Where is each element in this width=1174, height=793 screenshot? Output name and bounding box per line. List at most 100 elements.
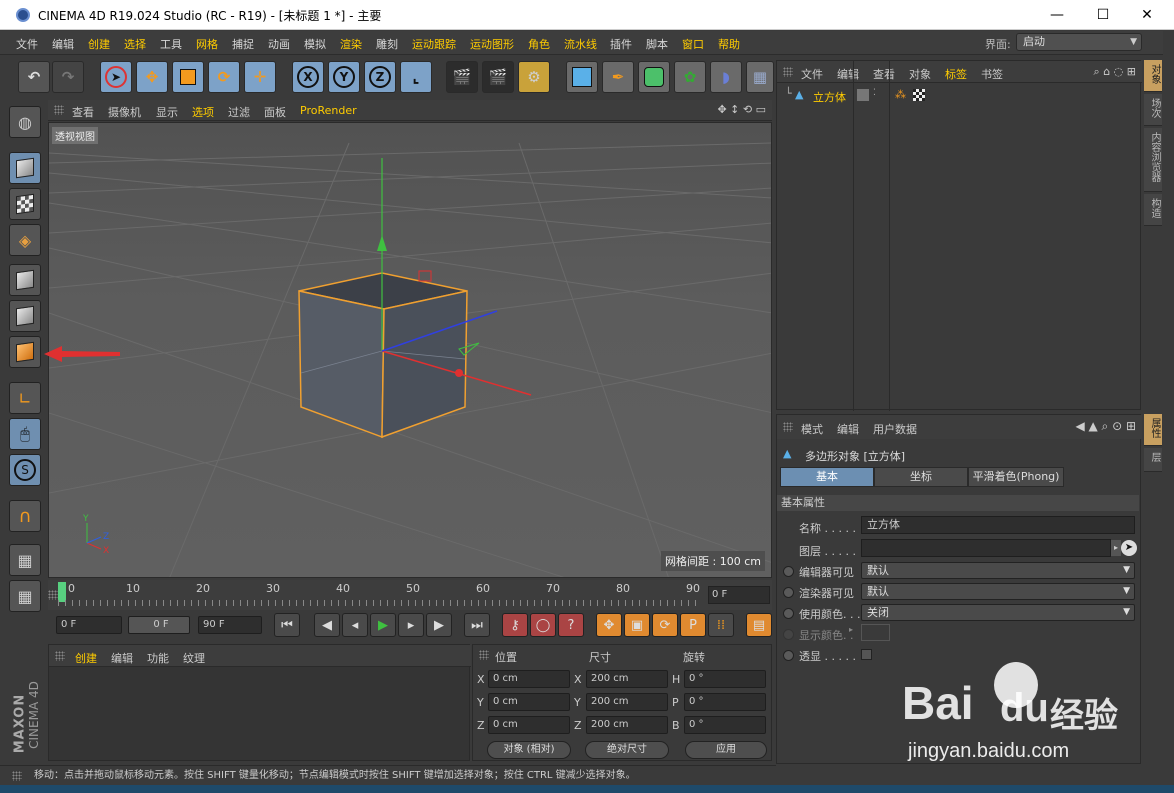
planar-workplane-button[interactable]: ▦ [9, 580, 41, 612]
tab-takes[interactable]: 场次 [1144, 94, 1162, 126]
preview-range-field[interactable]: 0 F [128, 616, 190, 634]
obj-menu-objects[interactable]: 对象 [909, 66, 931, 82]
render-view-button[interactable]: 🎬 [446, 61, 478, 93]
tab-phong[interactable]: 平滑着色(Phong) [968, 467, 1064, 487]
menu-window[interactable]: 窗口 [682, 36, 704, 52]
size-z-field[interactable]: 200 cm [586, 716, 668, 734]
cube-object[interactable] [298, 272, 468, 439]
layer-arrow-icon[interactable]: ▸ [1111, 540, 1121, 556]
attr-menu-mode[interactable]: 模式 [801, 421, 823, 437]
menu-create[interactable]: 创建 [88, 36, 110, 52]
mat-menu-edit[interactable]: 编辑 [111, 650, 133, 666]
tweak-mode-button[interactable]: 🖱 [9, 418, 41, 450]
position-y-field[interactable]: 0 cm [488, 693, 570, 711]
use-color-radio[interactable] [783, 608, 794, 619]
obj-menu-view[interactable]: 查看 [873, 66, 895, 82]
rotation-b-field[interactable]: 0 ° [684, 716, 766, 734]
xray-checkbox[interactable] [861, 649, 872, 660]
menu-edit[interactable]: 编辑 [52, 36, 74, 52]
use-color-select[interactable]: 关闭 ▼ [861, 604, 1135, 621]
layout-select[interactable]: 启动 ▼ [1016, 33, 1142, 51]
vp-menu-display[interactable]: 显示 [156, 104, 178, 120]
position-x-field[interactable]: 0 cm [488, 670, 570, 688]
size-y-field[interactable]: 200 cm [586, 693, 668, 711]
play-button[interactable]: ▶ [370, 613, 396, 637]
attr-menu-userdata[interactable]: 用户数据 [873, 421, 917, 437]
start-frame-field[interactable]: 0 F [56, 616, 122, 634]
obj-menu-edit[interactable]: 编辑 [837, 66, 859, 82]
key-pla-button[interactable]: ⁞⁞ [708, 613, 734, 637]
prev-key-button[interactable]: ◀ [314, 613, 340, 637]
tab-objects[interactable]: 对象 [1144, 60, 1162, 92]
menu-tools[interactable]: 工具 [160, 36, 182, 52]
menu-pipeline[interactable]: 流水线 [564, 36, 597, 52]
autokey-button[interactable]: ◯ [530, 613, 556, 637]
mat-menu-function[interactable]: 功能 [147, 650, 169, 666]
make-editable-button[interactable]: ◍ [9, 106, 41, 138]
attr-nav-icons[interactable]: ◀ ▲ ⌕ ⊙ ⊞ [1075, 419, 1136, 434]
menu-sculpt[interactable]: 雕刻 [376, 36, 398, 52]
vp-menu-options[interactable]: 选项 [192, 104, 214, 120]
tab-attributes[interactable]: 属性 [1144, 414, 1162, 446]
go-to-start-button[interactable]: ⏮ [274, 613, 300, 637]
mat-menu-create[interactable]: 创建 [75, 650, 97, 666]
render-visible-select[interactable]: 默认 ▼ [861, 583, 1135, 600]
menu-script[interactable]: 脚本 [646, 36, 668, 52]
obj-menu-tags[interactable]: 标签 [945, 66, 967, 82]
menu-select[interactable]: 选择 [124, 36, 146, 52]
size-x-field[interactable]: 200 cm [586, 670, 668, 688]
axis-mode-button[interactable]: ∟ [9, 382, 41, 414]
maximize-button[interactable]: ☐ [1080, 0, 1126, 30]
y-axis-button[interactable]: Y [328, 61, 360, 93]
menu-simulate[interactable]: 模拟 [304, 36, 326, 52]
pick-cursor-icon[interactable]: ➤ [1121, 540, 1137, 556]
end-frame-field[interactable]: 90 F [198, 616, 262, 634]
menu-file[interactable]: 文件 [16, 36, 38, 52]
x-axis-button[interactable]: X [292, 61, 324, 93]
menu-mograph[interactable]: 运动图形 [470, 36, 514, 52]
cube-button[interactable] [566, 61, 598, 93]
viewport-nav-icons[interactable]: ✥ ↕ ⟲ ▭ [717, 103, 766, 116]
apply-button[interactable]: 应用 [685, 741, 767, 759]
layer-field[interactable] [861, 539, 1111, 557]
menu-animate[interactable]: 动画 [268, 36, 290, 52]
recent-tool-button[interactable]: ✛ [244, 61, 276, 93]
editor-visible-select[interactable]: 默认 ▼ [861, 562, 1135, 579]
rotate-tool-button[interactable]: ⟳ [208, 61, 240, 93]
phong-tag-icon[interactable]: ⁂ [895, 88, 906, 101]
points-mode-button[interactable] [9, 264, 41, 296]
timeline[interactable]: 0 10 20 30 40 50 60 70 80 90 0 F [48, 580, 772, 610]
texture-tag-icon[interactable] [913, 89, 925, 101]
keyframe-selection-button[interactable]: ? [558, 613, 584, 637]
obj-menu-bookmarks[interactable]: 书签 [981, 66, 1003, 82]
size-mode-dropdown[interactable]: 绝对尺寸 [585, 741, 669, 759]
attr-menu-edit[interactable]: 编辑 [837, 421, 859, 437]
solo-button[interactable]: S [9, 454, 41, 486]
rotation-p-field[interactable]: 0 ° [684, 693, 766, 711]
key-scale-button[interactable]: ▣ [624, 613, 650, 637]
workplane-mode-button[interactable]: ◈ [9, 224, 41, 256]
key-position-button[interactable]: ✥ [596, 613, 622, 637]
vp-menu-filter[interactable]: 过滤 [228, 104, 250, 120]
tab-structure[interactable]: 构造 [1144, 194, 1162, 226]
vp-menu-view[interactable]: 查看 [72, 104, 94, 120]
scale-tool-button[interactable] [172, 61, 204, 93]
tab-coordinates[interactable]: 坐标 [874, 467, 968, 487]
render-visible-radio[interactable] [783, 587, 794, 598]
live-selection-button[interactable]: ➤ [100, 61, 132, 93]
timeline-window-button[interactable]: ▤ [746, 613, 772, 637]
mat-menu-texture[interactable]: 纹理 [183, 650, 205, 666]
timeline-ruler[interactable]: 0 10 20 30 40 50 60 70 80 90 [58, 582, 700, 608]
object-name[interactable]: 立方体 [813, 89, 846, 105]
playhead[interactable] [58, 582, 66, 602]
tab-content-browser[interactable]: 内容浏览器 [1144, 128, 1162, 192]
next-frame-button[interactable]: ▸ [398, 613, 424, 637]
vp-menu-prorender[interactable]: ProRender [300, 104, 357, 117]
perspective-viewport[interactable]: Y X Z 透视视图 网格间距 : 100 cm [48, 122, 772, 578]
prev-frame-button[interactable]: ◂ [342, 613, 368, 637]
model-mode-button[interactable] [9, 152, 41, 184]
tab-layers[interactable]: 层 [1144, 448, 1162, 472]
vp-menu-panel[interactable]: 面板 [264, 104, 286, 120]
tab-basic[interactable]: 基本 [780, 467, 874, 487]
minimize-button[interactable]: — [1034, 0, 1080, 30]
